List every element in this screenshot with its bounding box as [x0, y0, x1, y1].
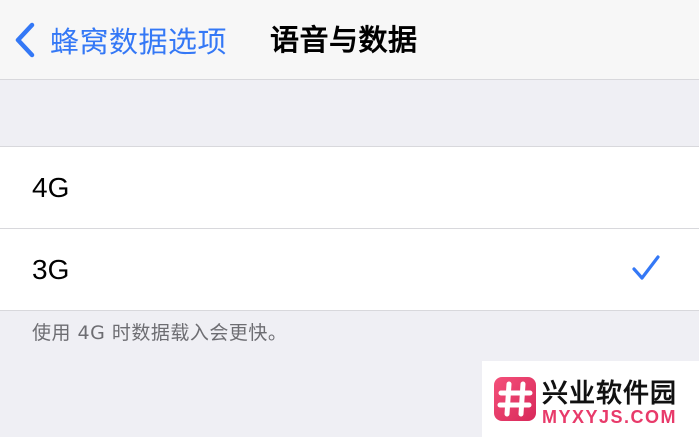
option-4g[interactable]: 4G [0, 147, 699, 228]
option-3g[interactable]: 3G [0, 228, 699, 310]
navigation-bar: 蜂窝数据选项 语音与数据 [0, 0, 699, 80]
footer-note: 使用 4G 时数据载入会更快。 [32, 322, 288, 344]
network-options-list: 4G 3G [0, 146, 699, 311]
page-title: 语音与数据 [270, 23, 418, 57]
back-button-label: 蜂窝数据选项 [50, 25, 228, 59]
chevron-left-icon [15, 22, 35, 58]
watermark-subtitle: MYXYJS.COM [542, 407, 678, 427]
voice-and-data-screen: 蜂窝数据选项 语音与数据 4G 3G 使用 4G 时数据载入会更快。 兴业软件园… [0, 0, 699, 437]
back-button[interactable]: 蜂窝数据选项 [14, 18, 227, 62]
watermark-title: 兴业软件园 [542, 379, 678, 409]
hash-logo-icon [494, 377, 536, 421]
option-label: 4G [32, 172, 70, 203]
watermark: 兴业软件园 MYXYJS.COM [482, 361, 699, 437]
checkmark-icon [632, 255, 660, 280]
option-label: 3G [32, 254, 70, 285]
